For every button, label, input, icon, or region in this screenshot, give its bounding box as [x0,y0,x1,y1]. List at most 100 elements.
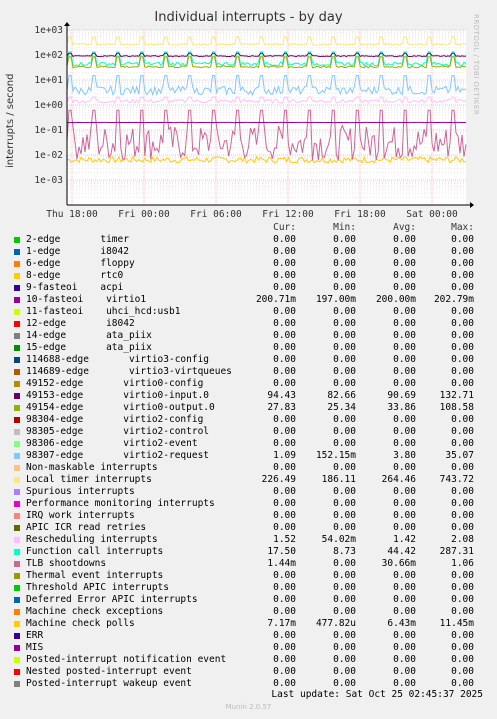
legend-value-max: 0.00 [451,666,474,677]
legend-row: 49152-edge virtio0-config 0.00 0.00 0.00 0.0… [14,378,484,390]
legend-row: 114689-edge virtio3-virtqueues 0.00 0.00 0.… [14,366,484,378]
legend-row: Machine check exceptions 0.00 0.00 0.00 0.00 [14,606,484,618]
legend-series-name: 12-edge i8042 [26,318,135,329]
legend-swatch [14,297,20,303]
legend-series-name: Threshold APIC interrupts [26,582,169,593]
legend-row: Function call interrupts 17.50 8.73 44.42 28… [14,546,484,558]
legend-series-name: 98307-edge virtio2-request [26,450,210,461]
legend-value-max: 2.08 [451,534,474,545]
legend-value-max: 287.31 [439,546,474,557]
legend-swatch [14,549,20,555]
legend-value-max: 0.00 [451,366,474,377]
legend-row: 114688-edge virtio3-config 0.00 0.00 0.00 0.… [14,354,484,366]
legend-row: 11-fasteoi uhci_hcd:usb1 0.00 0.00 0.00 0.00 [14,306,484,318]
legend-series-name: 49152-edge virtio0-config [26,378,204,389]
chart-legend: Cur: Min: Avg: Max: 2-edge timer 0.00 0.00… [14,222,484,690]
legend-series-name: Deferred Error APIC interrupts [26,594,198,605]
legend-row: Spurious interrupts 0.00 0.00 0.00 0.00 [14,486,484,498]
legend-value-max: 0.00 [451,258,474,269]
legend-row: TLB shootdowns 1.44m 0.00 30.66m 1.06 [14,558,484,570]
legend-value-max: 132.71 [439,390,474,401]
legend-swatch [14,501,20,507]
legend-series-name: MIS [26,642,44,653]
last-update: Last update: Sat Oct 25 02:45:37 2025 [271,689,483,700]
legend-row: 49153-edge virtio0-input.0 94.43 82.66 90.6… [14,390,484,402]
legend-series-name: Nested posted-interrupt event [26,666,192,677]
y-tick-label: 1e+00 [34,100,63,111]
legend-series-name: Local timer interrupts [26,474,152,485]
legend-value-max: 0.00 [451,606,474,617]
legend-value-max: 0.00 [451,642,474,653]
y-axis-arrow [64,22,70,26]
legend-series-name: 14-edge ata_piix [26,330,152,341]
legend-series-name: 114689-edge virtio3-virtqueues [26,366,232,377]
y-tick-label: 1e-02 [34,150,63,161]
legend-value-max: 0.00 [451,378,474,389]
legend-row: MIS 0.00 0.00 0.00 0.00 [14,642,484,654]
legend-row: 9-fasteoi acpi 0.00 0.00 0.00 0.00 [14,282,484,294]
legend-row: 49154-edge virtio0-output.0 27.83 25.34 33.… [14,402,484,414]
legend-series-name: TLB shootdowns [26,558,107,569]
legend-swatch [14,453,20,459]
legend-row: Nested posted-interrupt event 0.00 0.00 0.0… [14,666,484,678]
legend-swatch [14,249,20,255]
legend-series-name: APIC ICR read retries [26,522,147,533]
legend-row: 15-edge ata_piix 0.00 0.00 0.00 0.00 [14,342,484,354]
legend-value-max: 0.00 [451,282,474,293]
y-tick-label: 1e+01 [34,75,63,86]
legend-row: 14-edge ata_piix 0.00 0.00 0.00 0.00 [14,330,484,342]
legend-swatch [14,597,20,603]
legend-value-max: 0.00 [451,498,474,509]
legend-row: Posted-interrupt notification event 0.00 0… [14,654,484,666]
legend-row: 98304-edge virtio2-config 0.00 0.00 0.00 0.0… [14,414,484,426]
x-tick-label: Fri 18:00 [334,209,386,220]
legend-value-max: 202.79m [433,294,474,305]
legend-swatch [14,357,20,363]
legend-series-name: Performance monitoring interrupts [26,498,215,509]
legend-row: ERR 0.00 0.00 0.00 0.00 [14,630,484,642]
legend-series-name: Thermal event interrupts [26,570,164,581]
legend-row: IRQ work interrupts 0.00 0.00 0.00 0.00 [14,510,484,522]
legend-value-max: 0.00 [451,462,474,473]
legend-series-name: Non-maskable interrupts [26,462,158,473]
legend-series-name: Spurious interrupts [26,486,135,497]
chart-plot-area: 1e+03 1e+02 1e+01 1e+00 1e-01 1e-02 1e-03 Thu 1… [34,22,474,220]
legend-series-name: 98305-edge virtio2-control [26,426,210,437]
legend-value-max: 0.00 [451,570,474,581]
legend-series-name: Machine check exceptions [26,606,164,617]
legend-swatch [14,441,20,447]
x-tick-label: Thu 18:00 [46,209,98,220]
legend-swatch [14,525,20,531]
legend-swatch [14,417,20,423]
legend-value-max: 0.00 [451,342,474,353]
legend-value-max: 0.00 [451,510,474,521]
legend-swatch [14,333,20,339]
legend-header-max: Max: [451,222,474,233]
legend-swatch [14,561,20,567]
legend-row: Threshold APIC interrupts 0.00 0.00 0.00 0.0… [14,582,484,594]
legend-row: Rescheduling interrupts 1.52 54.02m 1.42 2.0… [14,534,484,546]
legend-row: 1-edge i8042 0.00 0.00 0.00 0.00 [14,246,484,258]
legend-swatch [14,645,20,651]
legend-value-max: 0.00 [451,582,474,593]
legend-swatch [14,261,20,267]
x-tick-label: Fri 12:00 [262,209,314,220]
legend-series-name: Rescheduling interrupts [26,534,158,545]
legend-swatch [14,573,20,579]
legend-swatch [14,537,20,543]
legend-row: 98306-edge virtio2-event 0.00 0.00 0.00 0.00 [14,438,484,450]
legend-value-max: 0.00 [451,270,474,281]
legend-series-name: 49154-edge virtio0-output.0 [26,402,215,413]
legend-value-max: 0.00 [451,414,474,425]
legend-swatch [14,477,20,483]
legend-swatch [14,285,20,291]
y-tick-label: 1e-01 [34,125,63,136]
legend-swatch [14,381,20,387]
legend-series-name: 49153-edge virtio0-input.0 [26,390,210,401]
munin-version: Munin 2.0.57 [225,703,272,711]
legend-row: Deferred Error APIC interrupts 0.00 0.00 0.… [14,594,484,606]
legend-value-max: 11.45m [439,618,474,629]
legend-header: Cur: Min: Avg: Max: [14,222,484,234]
legend-row: Local timer interrupts 226.49 186.11 264.46… [14,474,484,486]
legend-swatch [14,621,20,627]
